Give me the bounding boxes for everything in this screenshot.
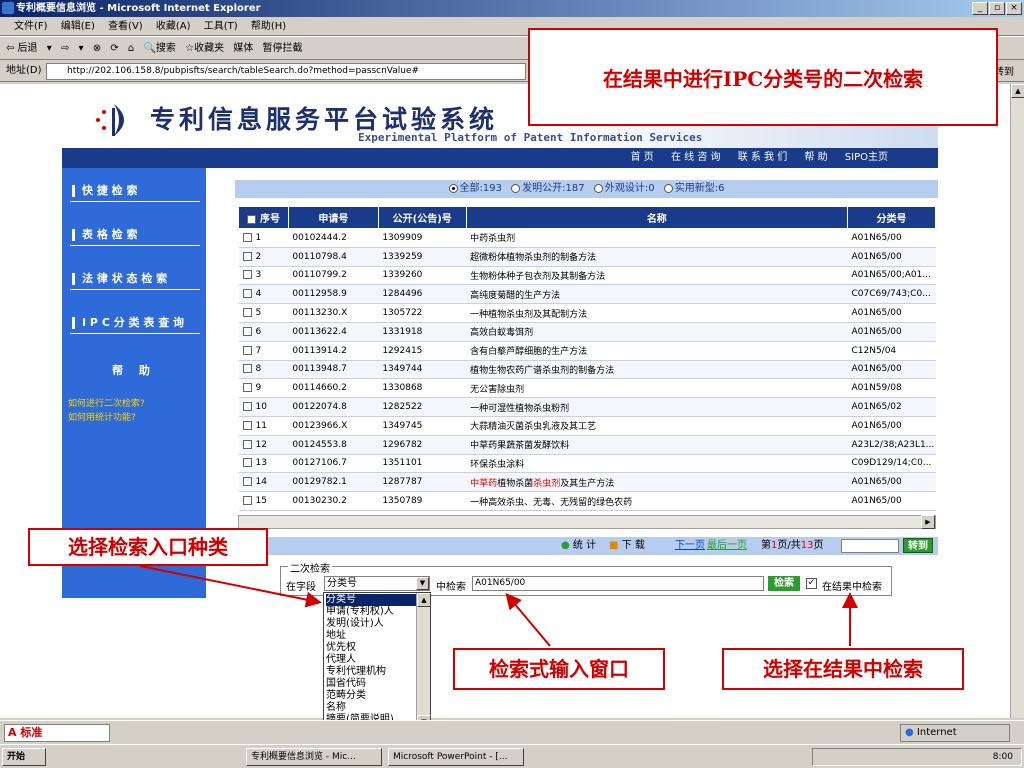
clock: 8:00 [992,752,1013,762]
zone-indicator: ● Internet [900,724,1010,742]
ime-indicator[interactable]: A 标准 [4,724,110,742]
taskbar: 开始 专利概要信息浏览 - Mic... Microsoft PowerPoin… [0,744,1024,768]
annotation-arrows [139,565,858,647]
globe-icon: ● [905,727,914,738]
start-button[interactable]: 开始 [2,748,46,766]
task-powerpoint[interactable]: Microsoft PowerPoint - [... [388,748,524,766]
arrow-to-query-input [505,592,551,647]
status-bar: A 标准 ● Internet [0,720,1024,744]
system-tray: 8:00 [812,748,1022,766]
task-ie[interactable]: 专利概要信息浏览 - Mic... [246,748,382,766]
arrow-to-field-select [139,565,322,608]
